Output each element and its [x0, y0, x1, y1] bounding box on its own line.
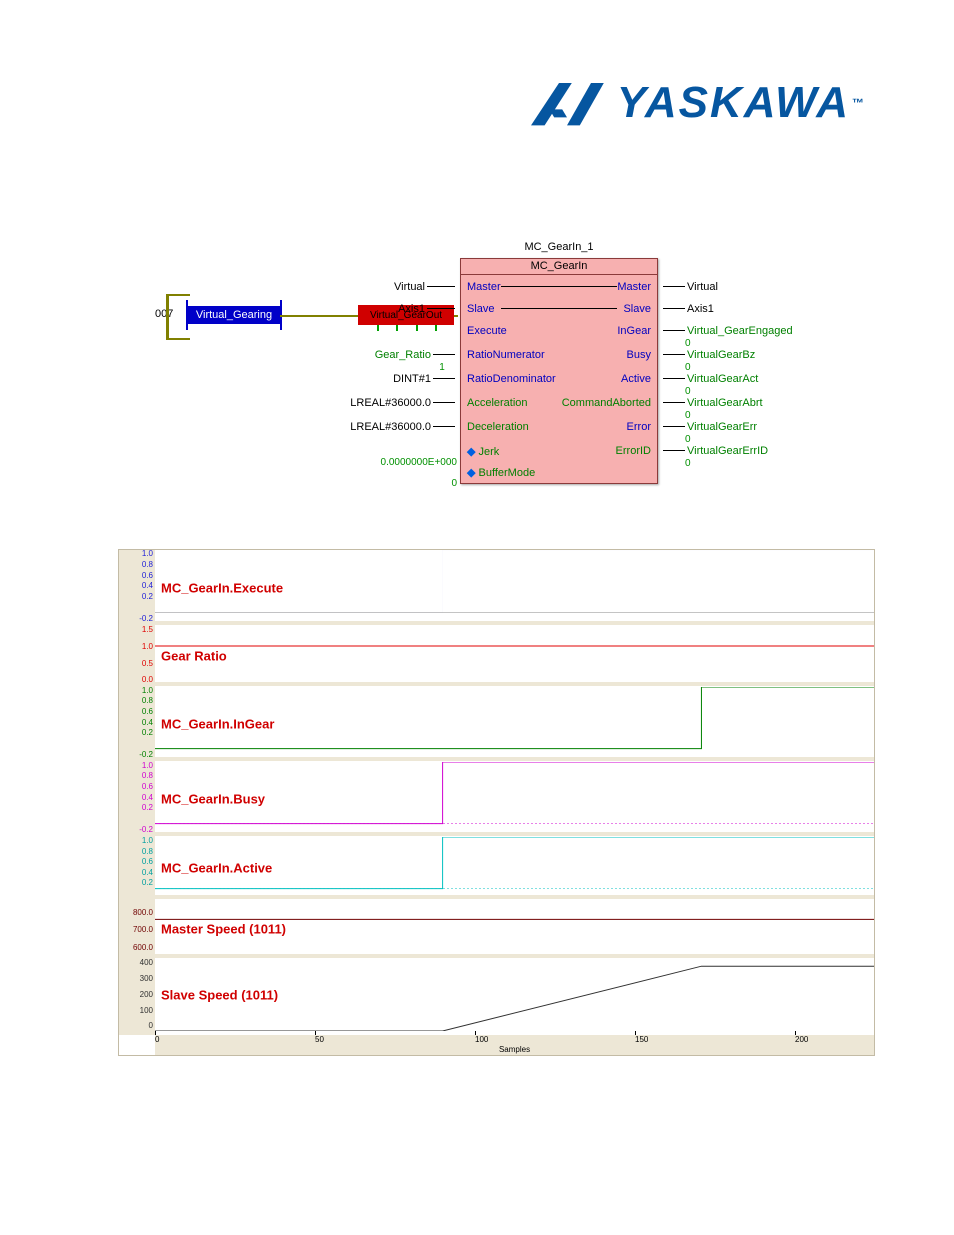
logic-analyzer: 0 50 100 150 200 Samples 1.0 0.8 0.6 0.4… — [118, 549, 875, 1056]
val-ingear: 0 — [685, 338, 691, 349]
x-tick: 50 — [315, 1035, 324, 1044]
trace-gear-ratio: 1.5 1.0 0.5 0.0 Gear Ratio — [119, 626, 874, 686]
trace-active: 1.0 0.8 0.6 0.4 0.2 MC_GearIn.Active — [119, 837, 874, 899]
block-instance-name: MC_GearIn_1 — [461, 241, 657, 255]
val-busy: 0 — [685, 362, 691, 373]
var-virtual: Virtual — [394, 281, 425, 293]
port-slave-out: Slave — [623, 303, 651, 315]
var-dint1: DINT#1 — [393, 373, 431, 385]
x-tick: 100 — [475, 1035, 488, 1044]
var-errid: VirtualGearErrID — [687, 445, 768, 457]
x-tick: 150 — [635, 1035, 648, 1044]
val-active: 0 — [685, 386, 691, 397]
var-abrt: VirtualGearAbrt — [687, 397, 763, 409]
block-type-name: MC_GearIn — [461, 259, 657, 275]
trace-ingear: 1.0 0.8 0.6 0.4 0.2 -0.2 MC_GearIn.InGea… — [119, 687, 874, 761]
var-decel: LREAL#36000.0 — [350, 421, 431, 433]
contact-virtual-gearing: Virtual_Gearing — [188, 306, 280, 324]
literal-one: 1 — [439, 362, 445, 373]
port-buffermode: BufferMode — [479, 467, 536, 479]
trace-master-speed: 800.0 700.0 600.0 Master Speed (1011) — [119, 900, 874, 958]
port-ratiodenom: RatioDenominator — [467, 373, 556, 385]
x-axis-label: Samples — [155, 1045, 874, 1054]
port-accel: Acceleration — [467, 397, 528, 409]
var-busy: VirtualGearBz — [687, 349, 755, 361]
port-active: Active — [621, 373, 651, 385]
port-decel: Deceleration — [467, 421, 529, 433]
var-virtual-out: Virtual — [687, 281, 718, 293]
trace-busy: 1.0 0.8 0.6 0.4 0.2 -0.2 MC_GearIn.Busy — [119, 762, 874, 836]
var-axis1-out: Axis1 — [687, 303, 714, 315]
trace-execute: 1.0 0.8 0.6 0.4 0.2 -0.2 MC_GearIn.Execu… — [119, 550, 874, 625]
var-accel: LREAL#36000.0 — [350, 397, 431, 409]
port-rationum: RatioNumerator — [467, 349, 545, 361]
mc-gearin-block: MC_GearIn_1 MC_GearIn Master Virtual Sla… — [460, 258, 658, 484]
page: YASKAWA ™ 007 Virtual_Gearing Virtual_Ge… — [0, 0, 954, 1235]
val-err: 0 — [685, 434, 691, 445]
var-gear-ratio: Gear_Ratio — [375, 349, 431, 361]
wire — [280, 315, 358, 317]
port-busy: Busy — [627, 349, 651, 361]
wire — [454, 315, 458, 317]
port-slave-in: Slave — [467, 303, 495, 315]
x-axis: 0 50 100 150 200 Samples — [155, 1035, 874, 1055]
yaskawa-icon — [527, 79, 607, 127]
port-master-in: Master — [467, 281, 501, 293]
brand-logo: YASKAWA ™ — [527, 78, 864, 128]
trace-slave-speed: 400 300 200 100 0 Slave Speed (1011) — [119, 959, 874, 1031]
port-master-out: Master — [617, 281, 651, 293]
x-tick: 0 — [155, 1035, 159, 1044]
power-rail — [166, 294, 169, 340]
port-errorid: ErrorID — [616, 445, 651, 457]
port-cmdaborted: CommandAborted — [562, 397, 651, 409]
optional-dot-icon: ◆ — [467, 446, 475, 458]
var-gearengaged: Virtual_GearEngaged — [687, 325, 793, 337]
port-jerk: Jerk — [479, 446, 500, 458]
x-tick: 200 — [795, 1035, 808, 1044]
val-errid: 0 — [685, 458, 691, 469]
var-active: VirtualGearAct — [687, 373, 758, 385]
port-error: Error — [627, 421, 651, 433]
val-abrt: 0 — [685, 410, 691, 421]
port-ingear: InGear — [617, 325, 651, 337]
brand-text: YASKAWA — [617, 78, 850, 128]
port-execute: Execute — [467, 325, 507, 337]
function-block-diagram: 007 Virtual_Gearing Virtual_GearOut MC_G… — [150, 238, 870, 498]
trademark: ™ — [852, 96, 864, 110]
optional-dot-icon: ◆ — [467, 467, 475, 479]
var-err: VirtualGearErr — [687, 421, 757, 433]
var-axis1: Axis1 — [398, 303, 425, 315]
literal-jerk: 0.0000000E+000 — [381, 457, 457, 468]
network-number: 007 — [155, 308, 173, 320]
literal-buffer: 0 — [451, 478, 457, 489]
